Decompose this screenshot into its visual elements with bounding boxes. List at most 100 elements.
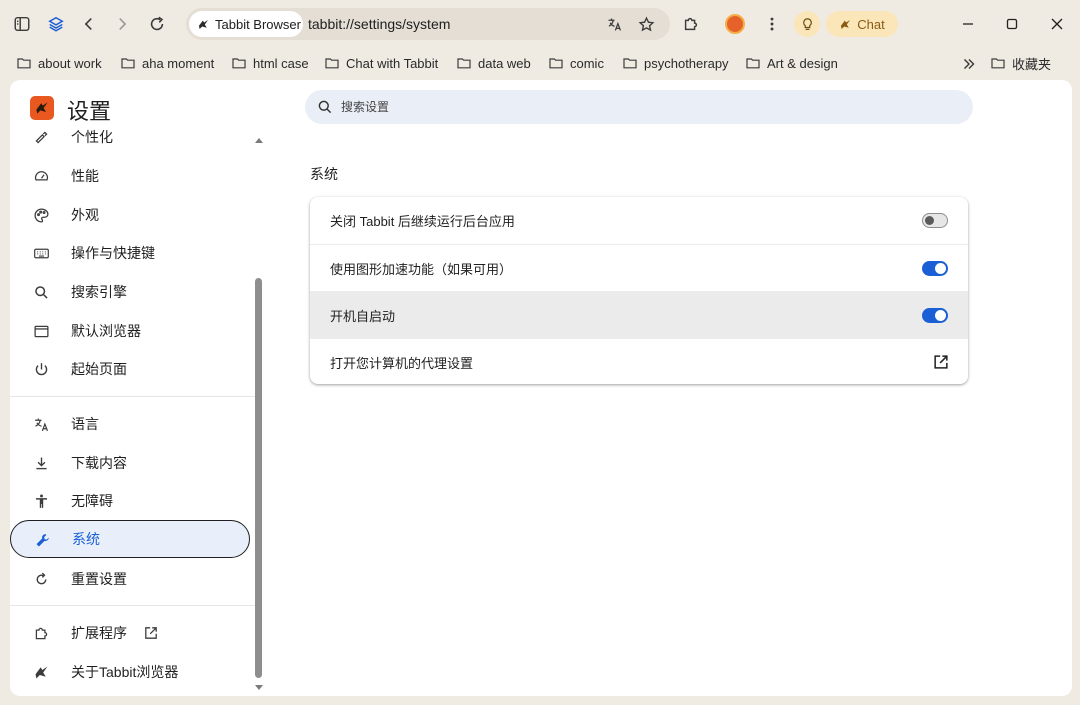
site-info-chip[interactable]: Tabbit Browser: [189, 11, 303, 37]
folder-icon: [549, 58, 563, 69]
sidebar-item-label: 个性化: [71, 129, 113, 145]
reload-icon[interactable]: [143, 10, 171, 38]
scroll-down-arrow-icon[interactable]: [254, 684, 264, 692]
sidebar-item-system[interactable]: 系统: [10, 520, 250, 558]
search-input[interactable]: [341, 100, 941, 114]
sidebar-item-label: 外观: [71, 207, 99, 223]
more-menu-icon[interactable]: [758, 10, 786, 38]
bookmark-folder[interactable]: about work: [16, 52, 102, 74]
setting-row-launch-at-startup[interactable]: 开机自启动: [310, 291, 968, 338]
gauge-icon: [32, 167, 50, 185]
brush-icon: [32, 128, 50, 146]
bookmarks-folder-button[interactable]: 收藏夹: [990, 52, 1051, 74]
address-bar[interactable]: Tabbit Browser tabbit://settings/system: [186, 8, 670, 40]
folder-icon: [232, 58, 246, 69]
keyboard-icon: [32, 244, 50, 262]
bookmark-label: Chat with Tabbit: [346, 55, 439, 71]
translate-icon[interactable]: [604, 14, 624, 34]
sidebar-item-extensions[interactable]: 扩展程序: [10, 614, 250, 652]
bookmark-star-icon[interactable]: [636, 14, 656, 34]
sidebar-divider: [10, 605, 255, 606]
layers-icon[interactable]: [42, 10, 70, 38]
chat-button[interactable]: Chat: [826, 11, 898, 37]
sidebar-item-reset[interactable]: 重置设置: [10, 560, 250, 598]
maximize-icon[interactable]: [1000, 12, 1024, 36]
sidebar-item-default-browser[interactable]: 默认浏览器: [10, 312, 250, 350]
extensions-icon[interactable]: [677, 10, 705, 38]
sidebar-item-label: 搜索引擎: [71, 284, 127, 300]
scroll-up-arrow-icon[interactable]: [254, 136, 264, 144]
back-icon[interactable]: [75, 10, 103, 38]
sidebar-item-label: 系统: [72, 531, 100, 547]
sidebar-item-label: 起始页面: [71, 361, 127, 377]
tabbit-logo-icon: [32, 663, 50, 681]
launch-at-startup-toggle[interactable]: [922, 308, 948, 323]
setting-label: 使用图形加速功能（如果可用）: [330, 261, 513, 277]
bookmark-folder[interactable]: Chat with Tabbit: [324, 52, 438, 74]
bookmark-label: html case: [253, 55, 309, 71]
palette-icon: [32, 206, 50, 224]
bookmark-folder[interactable]: data web: [456, 52, 531, 74]
settings-sidebar: 个性化 性能 外观 操作与快捷键 搜索引擎 默认浏览器 起始页面 语言 下载内容…: [10, 128, 255, 696]
reset-icon: [32, 570, 50, 588]
chat-button-label: Chat: [857, 16, 885, 32]
folder-icon: [746, 58, 760, 69]
sidebar-item-label: 操作与快捷键: [71, 245, 155, 261]
external-link-icon[interactable]: [932, 353, 950, 371]
sidebar-item-appearance[interactable]: 外观: [10, 196, 250, 234]
wrench-icon: [33, 531, 51, 549]
sidebar-item-accessibility[interactable]: 无障碍: [10, 482, 250, 520]
tabbit-logo-icon: [198, 19, 209, 29]
sidebar-item-label: 扩展程序: [71, 625, 127, 641]
tabbit-logo-icon: [841, 19, 851, 29]
bookmark-folder[interactable]: psychotherapy: [622, 52, 729, 74]
lightbulb-icon[interactable]: [794, 11, 820, 37]
bookmark-folder[interactable]: html case: [231, 52, 309, 74]
settings-search-box[interactable]: [305, 90, 973, 124]
bookmarks-bar: about work aha moment html case Chat wit…: [0, 50, 1080, 76]
sidebar-item-personalization[interactable]: 个性化: [10, 128, 250, 156]
sidebar-divider: [10, 396, 255, 397]
setting-row-proxy-settings[interactable]: 打开您计算机的代理设置: [310, 338, 968, 384]
sidebar-item-search-engine[interactable]: 搜索引擎: [10, 273, 250, 311]
sidebar-scrollbar-thumb[interactable]: [255, 278, 262, 678]
setting-label: 关闭 Tabbit 后继续运行后台应用: [330, 214, 515, 229]
background-apps-toggle[interactable]: [922, 213, 948, 228]
setting-row-background-apps[interactable]: 关闭 Tabbit 后继续运行后台应用: [310, 197, 968, 244]
folder-icon: [17, 58, 31, 69]
sidebar-item-performance[interactable]: 性能: [10, 157, 250, 195]
external-link-icon: [145, 627, 157, 639]
puzzle-icon: [32, 624, 50, 642]
sidebar-item-label: 下载内容: [71, 455, 127, 471]
bookmark-folder[interactable]: Art & design: [745, 52, 838, 74]
minimize-icon[interactable]: [956, 12, 980, 36]
page-title: 设置: [67, 99, 112, 124]
sidebar-toggle-icon[interactable]: [8, 10, 36, 38]
close-window-icon[interactable]: [1045, 12, 1069, 36]
bookmark-folder[interactable]: comic: [548, 52, 604, 74]
folder-icon: [991, 58, 1005, 69]
sidebar-item-downloads[interactable]: 下载内容: [10, 444, 250, 482]
setting-label: 开机自启动: [330, 308, 396, 324]
fox-extension-icon[interactable]: [725, 14, 745, 34]
setting-label: 打开您计算机的代理设置: [330, 355, 474, 371]
setting-row-hardware-acceleration[interactable]: 使用图形加速功能（如果可用）: [310, 244, 968, 291]
sidebar-item-shortcuts[interactable]: 操作与快捷键: [10, 234, 250, 272]
sidebar-item-label: 语言: [71, 416, 99, 432]
bookmark-label: about work: [38, 55, 102, 71]
section-title: 系统: [310, 166, 338, 182]
browser-toolbar: Tabbit Browser tabbit://settings/system …: [0, 0, 1080, 48]
bookmark-label: Art & design: [767, 55, 838, 71]
translate-icon: [32, 415, 50, 433]
url-text[interactable]: tabbit://settings/system: [308, 16, 450, 32]
chevron-double-right-icon[interactable]: [960, 55, 978, 73]
sidebar-item-language[interactable]: 语言: [10, 405, 250, 443]
sidebar-item-label: 性能: [71, 168, 99, 184]
hardware-acceleration-toggle[interactable]: [922, 261, 948, 276]
forward-icon[interactable]: [108, 10, 136, 38]
bookmark-folder[interactable]: aha moment: [120, 52, 214, 74]
sidebar-item-label: 默认浏览器: [71, 323, 141, 339]
sidebar-item-about[interactable]: 关于Tabbit浏览器: [10, 653, 250, 691]
sidebar-item-startup[interactable]: 起始页面: [10, 350, 250, 388]
sidebar-item-label: 重置设置: [71, 571, 127, 587]
